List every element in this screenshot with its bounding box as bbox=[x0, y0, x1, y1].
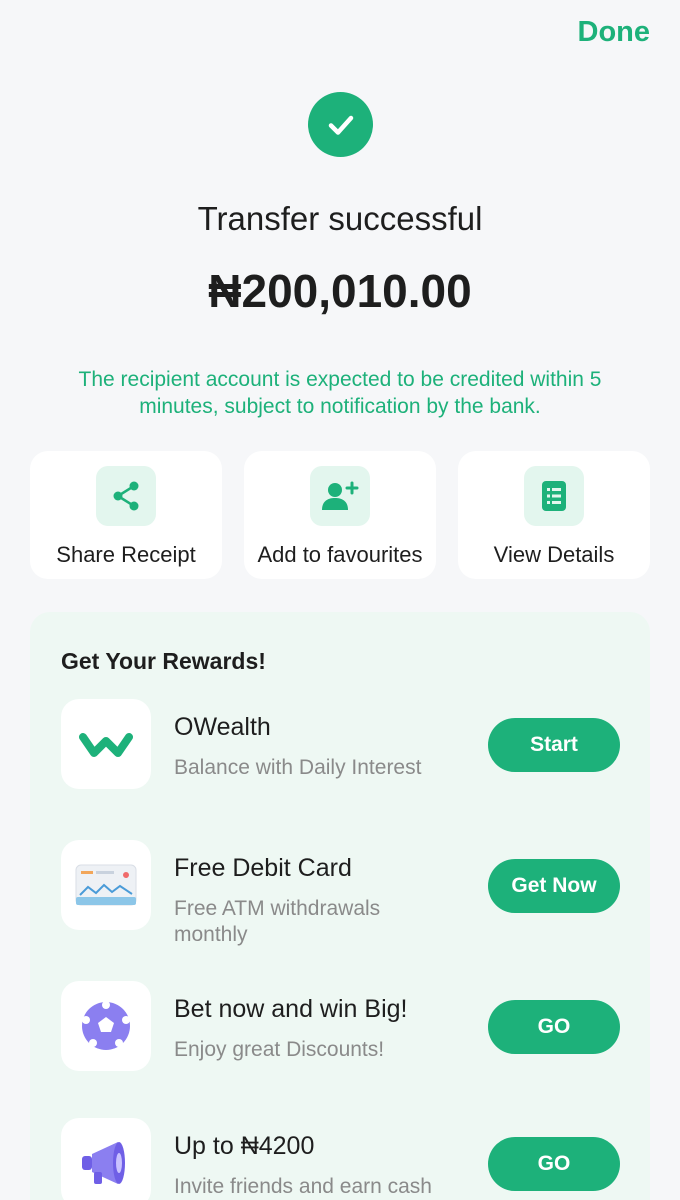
done-button[interactable]: Done bbox=[578, 16, 651, 49]
reward-name: Free Debit Card bbox=[174, 854, 352, 882]
get-now-button[interactable]: Get Now bbox=[488, 859, 620, 913]
rewards-panel: Get Your Rewards! OWealth Balance with D… bbox=[30, 612, 650, 1200]
reward-description: Balance with Daily Interest bbox=[174, 756, 422, 779]
add-to-favourites-button[interactable]: Add to favourites bbox=[244, 451, 436, 579]
reward-description: Free ATM withdrawals monthly bbox=[174, 897, 381, 946]
reward-description: Enjoy great Discounts! bbox=[174, 1038, 385, 1061]
owealth-logo-icon bbox=[61, 699, 151, 789]
add-to-favourites-label: Add to favourites bbox=[257, 542, 423, 567]
share-receipt-label: Share Receipt bbox=[56, 542, 196, 567]
go-button[interactable]: GO bbox=[488, 1000, 620, 1054]
rewards-title: Get Your Rewards! bbox=[61, 648, 266, 674]
add-user-icon bbox=[310, 466, 370, 526]
view-details-label: View Details bbox=[493, 542, 615, 567]
check-icon bbox=[308, 92, 373, 157]
action-row: Share Receipt Add to favourites View Det… bbox=[30, 451, 650, 579]
credit-notice: The recipient account is expected to be … bbox=[78, 368, 602, 418]
document-list-icon bbox=[524, 466, 584, 526]
reward-name: Bet now and win Big! bbox=[174, 995, 408, 1023]
view-details-button[interactable]: View Details bbox=[458, 451, 650, 579]
share-icon bbox=[96, 466, 156, 526]
megaphone-icon bbox=[61, 1118, 151, 1200]
share-receipt-button[interactable]: Share Receipt bbox=[30, 451, 222, 579]
transfer-amount: ₦200,010.00 bbox=[208, 265, 472, 317]
go-button[interactable]: GO bbox=[488, 1137, 620, 1191]
soccer-ball-icon bbox=[61, 981, 151, 1071]
start-button[interactable]: Start bbox=[488, 718, 620, 772]
reward-name: OWealth bbox=[174, 713, 271, 741]
status-title: Transfer successful bbox=[197, 200, 483, 237]
reward-description: Invite friends and earn cash bbox=[174, 1175, 432, 1198]
reward-name: Up to ₦4200 bbox=[174, 1132, 315, 1160]
debit-card-icon bbox=[61, 840, 151, 930]
